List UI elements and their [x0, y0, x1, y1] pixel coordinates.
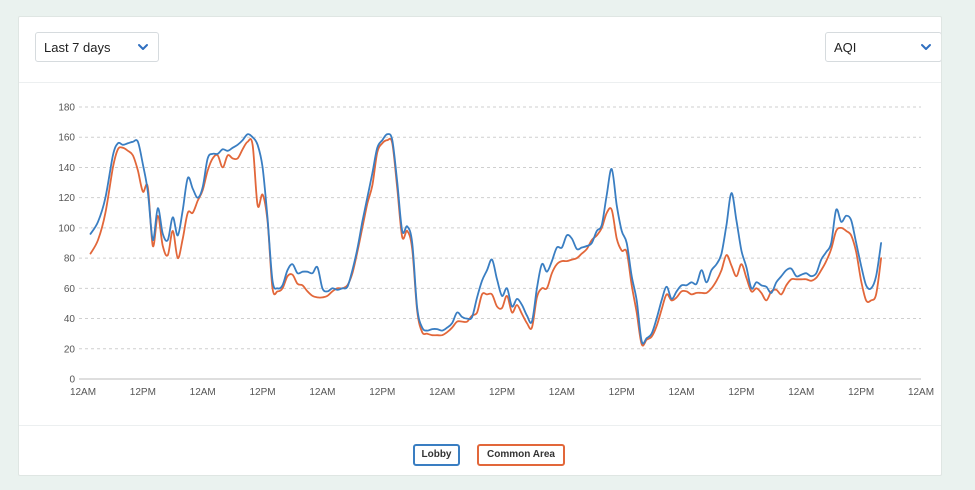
chart-area: 0 20 40 60 80 100 120 140 160 180 12AM 12PM 12AM 12P… [19, 83, 941, 425]
y-tick-label: 40 [64, 314, 76, 325]
metric-select[interactable]: AQI [825, 32, 941, 62]
y-tick-label: 180 [58, 103, 75, 114]
y-tick-label: 20 [64, 344, 76, 355]
y-tick-label: 60 [64, 284, 76, 295]
y-tick-label: 80 [64, 254, 76, 265]
x-axis: 12AM 12PM 12AM 12PM 12AM 12PM 12AM 12PM 12AM 12PM… [70, 387, 934, 398]
x-tick-label: 12PM [250, 387, 276, 398]
y-axis: 0 20 40 60 80 100 120 140 160 180 [58, 103, 75, 386]
x-tick-label: 12PM [609, 387, 635, 398]
x-tick-label: 12AM [309, 387, 335, 398]
y-tick-label: 100 [58, 223, 75, 234]
series-line-common-area [89, 137, 882, 347]
x-tick-label: 12AM [190, 387, 216, 398]
x-tick-label: 12PM [848, 387, 874, 398]
chevron-down-icon [138, 44, 148, 50]
metric-value: AQI [834, 40, 857, 55]
x-tick-label: 12AM [669, 387, 695, 398]
grid-lines [79, 106, 921, 380]
chart-legend: Lobby Common Area [19, 425, 941, 475]
chart-toolbar: Last 7 days AQI [19, 17, 941, 83]
x-tick-label: 12AM [70, 387, 96, 398]
chart-card: Last 7 days AQI 0 20 40 60 80 100 120 140 160 180… [18, 16, 942, 476]
x-tick-label: 12PM [130, 387, 156, 398]
x-tick-label: 12AM [549, 387, 575, 398]
legend-item-common-area[interactable]: Common Area [477, 444, 565, 466]
legend-item-lobby[interactable]: Lobby [413, 444, 460, 466]
x-tick-label: 12AM [429, 387, 455, 398]
series-lines [89, 133, 882, 347]
x-tick-label: 12PM [489, 387, 515, 398]
chevron-down-icon [921, 44, 931, 50]
y-tick-label: 140 [58, 163, 75, 174]
y-tick-label: 0 [69, 375, 75, 386]
x-tick-label: 12AM [908, 387, 934, 398]
time-range-value: Last 7 days [44, 40, 111, 55]
x-tick-label: 12AM [788, 387, 814, 398]
y-tick-label: 160 [58, 133, 75, 144]
time-range-select[interactable]: Last 7 days [35, 32, 159, 62]
x-tick-label: 12PM [369, 387, 395, 398]
x-tick-label: 12PM [728, 387, 754, 398]
aqi-line-chart: 0 20 40 60 80 100 120 140 160 180 12AM 12PM 12AM 12P… [58, 103, 934, 399]
y-tick-label: 120 [58, 193, 75, 204]
